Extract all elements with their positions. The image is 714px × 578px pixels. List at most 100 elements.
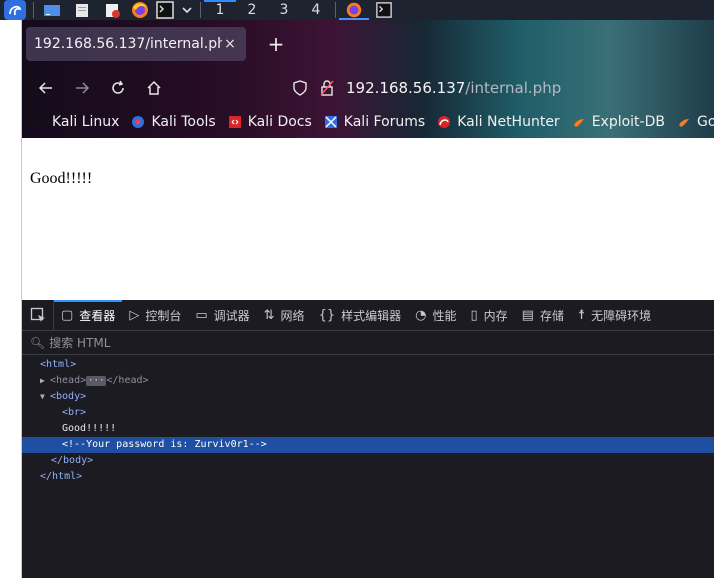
debugger-icon: ▭: [195, 307, 208, 323]
tab-label: 样式编辑器: [341, 308, 402, 323]
tag-text: </body>: [51, 455, 94, 466]
bookmark-kali-forums[interactable]: Kali Forums: [324, 114, 425, 130]
tab-label: 控制台: [145, 308, 182, 323]
tab-label: 存储: [539, 308, 564, 323]
chevron-down-icon[interactable]: [177, 0, 197, 20]
tab-inspector[interactable]: ▢ 查看器: [54, 300, 123, 330]
tab-console[interactable]: ▷ 控制台: [122, 300, 188, 330]
bookmark-kali-tools[interactable]: Kali Tools: [131, 114, 216, 130]
url-bar[interactable]: 192.168.56.137/internal.php: [292, 74, 561, 102]
tree-node-html[interactable]: <html>: [22, 357, 714, 373]
tag-text: <html>: [40, 359, 77, 370]
tab-debugger[interactable]: ▭ 调试器: [188, 300, 256, 330]
inspector-icon: ▢: [61, 307, 74, 323]
kali-menu-icon[interactable]: [0, 0, 30, 20]
lock-insecure-icon[interactable]: [320, 80, 334, 96]
bookmark-kali-nethunter[interactable]: Kali NetHunter: [437, 114, 560, 130]
page-viewport: Good!!!!!: [22, 138, 714, 300]
tree-node-body[interactable]: ▼ <body>: [22, 389, 714, 405]
tab-performance[interactable]: ◔ 性能: [408, 300, 463, 330]
tree-node-body-close[interactable]: </body>: [22, 453, 714, 469]
bookmark-kali-linux[interactable]: Kali Linux: [32, 114, 119, 130]
desktop-icon[interactable]: [37, 0, 67, 20]
bookmark-label: Kali Linux: [52, 114, 120, 130]
browser-chrome: 192.168.56.137/internal.php × + 192.168.…: [22, 20, 714, 138]
new-tab-button[interactable]: +: [266, 32, 286, 56]
storage-icon: ▤: [521, 307, 534, 323]
browser-tab[interactable]: 192.168.56.137/internal.php ×: [26, 27, 246, 61]
bookmark-label: Exploit-DB: [591, 114, 665, 130]
exploit-db-icon: [573, 119, 584, 127]
console-icon: ▷: [129, 307, 140, 323]
home-icon: [147, 80, 161, 95]
tag-text: <body>: [50, 391, 87, 402]
taskbar: 1 2 3 4: [0, 0, 714, 20]
html-search-bar[interactable]: 🔍︎ 搜索 HTML: [22, 331, 714, 355]
tab-accessibility[interactable]: ☨ 无障碍环境: [571, 300, 658, 330]
tree-node-text[interactable]: Good!!!!!: [22, 421, 714, 437]
reload-button[interactable]: [100, 74, 136, 102]
tree-node-head[interactable]: ▶ <head> ··· </head>: [22, 373, 714, 389]
google-icon: [678, 119, 689, 127]
workspace-1[interactable]: 1: [204, 0, 236, 20]
comment-node: <!--Your password is: Zurviv0r1-->: [62, 439, 267, 450]
terminal-icon[interactable]: [153, 0, 177, 20]
collapse-arrow-icon[interactable]: ▼: [40, 389, 50, 405]
tree-node-html-close[interactable]: </html>: [22, 469, 714, 485]
tab-label: 调试器: [213, 308, 250, 323]
braces-icon: {}: [318, 307, 336, 323]
back-button[interactable]: [28, 74, 64, 102]
shield-icon[interactable]: [292, 80, 308, 96]
workspace-2[interactable]: 2: [236, 0, 268, 20]
network-icon: ⇅: [263, 307, 275, 323]
firefox-window-icon[interactable]: [339, 0, 369, 20]
text-editor-icon[interactable]: [97, 0, 127, 20]
tab-style-editor[interactable]: {} 样式编辑器: [312, 300, 409, 330]
bookmark-label: Kali Forums: [343, 114, 426, 130]
bookmark-label: Kali Docs: [247, 114, 312, 130]
element-picker-icon: [30, 307, 45, 322]
element-picker-button[interactable]: [22, 300, 54, 330]
bookmark-exploit-db[interactable]: Exploit-DB: [572, 114, 665, 130]
tag-text: </html>: [40, 471, 83, 482]
search-input[interactable]: 搜索 HTML: [49, 334, 110, 351]
text-node: Good!!!!!: [62, 423, 117, 434]
home-button[interactable]: [136, 74, 172, 102]
taskbar-separator: [200, 2, 201, 18]
forward-button[interactable]: [64, 74, 100, 102]
tab-title: 192.168.56.137/internal.php: [34, 36, 222, 52]
accessibility-icon: ☨: [577, 307, 586, 323]
terminal-window-icon[interactable]: [369, 0, 399, 20]
tree-node-br[interactable]: <br>: [22, 405, 714, 421]
left-window-strip: [0, 20, 22, 578]
devtools-toolbar: ▢ 查看器 ▷ 控制台 ▭ 调试器 ⇅ 网络 {} 样式编辑器 ◔ 性能 ▯ 内…: [22, 300, 714, 331]
tab-memory[interactable]: ▯ 内存: [463, 300, 514, 330]
tab-strip: 192.168.56.137/internal.php × +: [22, 20, 714, 68]
tab-network[interactable]: ⇅ 网络: [257, 300, 312, 330]
nethunter-icon: [438, 116, 451, 128]
page-body-text: Good!!!!!: [30, 170, 93, 187]
file-manager-icon[interactable]: [67, 0, 97, 20]
tree-node-comment[interactable]: <!--Your password is: Zurviv0r1-->: [22, 437, 714, 453]
url-path: /internal.php: [465, 79, 562, 97]
bookmark-google[interactable]: Google: [677, 114, 714, 130]
tab-label: 内存: [483, 308, 508, 323]
reload-icon: [112, 80, 124, 94]
tab-label: 查看器: [79, 308, 116, 323]
devtools-panel: ▢ 查看器 ▷ 控制台 ▭ 调试器 ⇅ 网络 {} 样式编辑器 ◔ 性能 ▯ 内…: [22, 300, 714, 578]
kali-dragon-icon: [32, 118, 46, 128]
kali-docs-icon: [228, 116, 241, 128]
tab-storage[interactable]: ▤ 存储: [515, 300, 571, 330]
expand-arrow-icon[interactable]: ▶: [40, 373, 50, 389]
kali-forums-icon: [324, 116, 337, 128]
gauge-icon: ◔: [415, 307, 427, 323]
collapsed-ellipsis[interactable]: ···: [86, 376, 107, 386]
bookmark-label: Kali Tools: [151, 114, 216, 130]
firefox-icon[interactable]: [127, 0, 153, 20]
bookmark-kali-docs[interactable]: Kali Docs: [228, 114, 312, 130]
workspace-3[interactable]: 3: [268, 0, 300, 20]
tab-close-button[interactable]: ×: [222, 36, 238, 52]
taskbar-separator: [33, 2, 34, 18]
bookmark-label: Kali NetHunter: [457, 114, 560, 130]
workspace-4[interactable]: 4: [300, 0, 332, 20]
